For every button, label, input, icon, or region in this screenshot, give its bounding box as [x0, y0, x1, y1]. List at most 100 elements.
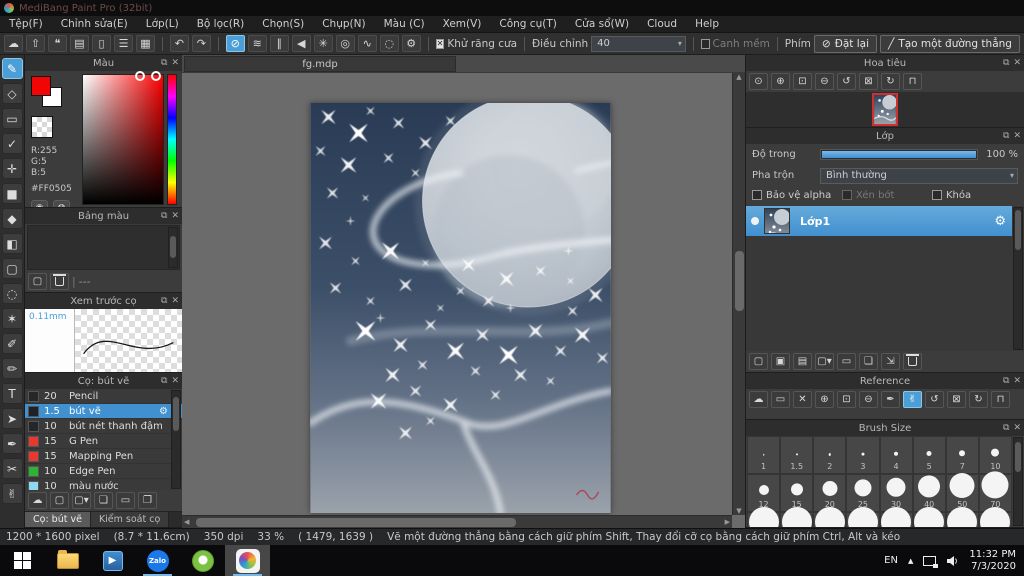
- ref-close-button[interactable]: ✕: [793, 391, 812, 408]
- brush-item[interactable]: 10 màu nước: [25, 479, 182, 490]
- comment-button[interactable]: ❝: [48, 35, 67, 52]
- brush-size-cell[interactable]: [978, 507, 1012, 527]
- scrollbar-thumb[interactable]: [735, 251, 744, 311]
- brush-size-cell[interactable]: 3: [846, 436, 880, 474]
- foreground-color-swatch[interactable]: [31, 76, 51, 96]
- close-icon[interactable]: ✕: [171, 211, 179, 221]
- document-button[interactable]: ▯: [92, 35, 111, 52]
- start-button[interactable]: [0, 545, 45, 576]
- brush-size-cell[interactable]: 5: [912, 436, 946, 474]
- menu-help[interactable]: Help: [686, 16, 728, 32]
- palette-scrollbar[interactable]: [168, 227, 178, 268]
- brush-size-cell[interactable]: 10: [978, 436, 1012, 474]
- operation-tool[interactable]: ➤: [1, 408, 23, 429]
- layer-add-menu-button[interactable]: ▢▾: [815, 353, 834, 370]
- eraser-tool[interactable]: ◇: [1, 83, 23, 104]
- brush-item[interactable]: 10 bút nét thanh đậm: [25, 419, 182, 434]
- saturation-value-picker[interactable]: [82, 71, 164, 205]
- tab-brushes[interactable]: Cọ: bút vẽ: [25, 512, 91, 527]
- menu-select[interactable]: Chọn(S): [253, 16, 313, 32]
- soft-edge-checkbox[interactable]: [700, 38, 710, 49]
- fit-window-button[interactable]: ⊡: [793, 73, 812, 90]
- opacity-slider[interactable]: [820, 149, 978, 160]
- correction-dropdown[interactable]: 40: [591, 35, 686, 52]
- reset-button[interactable]: ⊘ Đặt lại: [813, 34, 877, 53]
- coccoc-button[interactable]: [180, 545, 225, 576]
- vertical-scrollbar[interactable]: ▲ ▼: [732, 73, 745, 515]
- close-icon[interactable]: ✕: [1013, 376, 1021, 386]
- clipping-checkbox[interactable]: [842, 190, 852, 200]
- palette-add-button[interactable]: ▢: [28, 273, 47, 290]
- palette-delete-button[interactable]: [50, 273, 69, 290]
- brush-add-button[interactable]: ▢: [50, 492, 69, 509]
- redo-button[interactable]: ↷: [191, 35, 211, 52]
- brush-size-cell[interactable]: 7: [945, 436, 979, 474]
- grid-button[interactable]: ▦: [136, 35, 155, 52]
- navigator-view-rect[interactable]: [872, 93, 898, 126]
- navigator-preview[interactable]: [746, 92, 1024, 127]
- menu-cloud[interactable]: Cloud: [638, 16, 686, 32]
- rgb-toggle-icon[interactable]: [135, 71, 145, 81]
- document-tab[interactable]: fg.mdp: [184, 56, 456, 72]
- cloud-button[interactable]: ☁: [4, 35, 23, 52]
- divide-tool[interactable]: ✂: [1, 458, 23, 479]
- color-set-button[interactable]: ◍: [53, 200, 70, 207]
- brush-size-cell[interactable]: [813, 507, 847, 527]
- select-pen-tool[interactable]: ✐: [1, 333, 23, 354]
- media-player-button[interactable]: ▶: [90, 545, 135, 576]
- layer-row-lop1[interactable]: Lớp1 ⚙: [746, 206, 1012, 236]
- popout-icon[interactable]: ⧉: [161, 376, 167, 386]
- brush-size-cell[interactable]: [879, 507, 913, 527]
- snap-vanishing-button[interactable]: ◀: [291, 35, 311, 52]
- language-indicator[interactable]: EN: [884, 555, 898, 566]
- brush-add-menu-button[interactable]: ▢▾: [72, 492, 91, 509]
- ref-zoom-out-button[interactable]: ⊖: [859, 391, 878, 408]
- taskbar-clock[interactable]: 11:32 PM 7/3/2020: [969, 549, 1016, 573]
- hsv-toggle-icon[interactable]: [151, 71, 161, 81]
- layer-list-scrollbar[interactable]: [1013, 207, 1023, 350]
- export-button[interactable]: ⇧: [26, 35, 45, 52]
- hand-tool[interactable]: ✌: [1, 483, 23, 504]
- snap-radial-button[interactable]: ✳: [313, 35, 333, 52]
- menu-file[interactable]: Tệp(F): [0, 16, 52, 32]
- brush-size-cell[interactable]: [747, 507, 781, 527]
- lock-rotation-button[interactable]: ⊓: [903, 73, 922, 90]
- scroll-left-icon[interactable]: ◀: [184, 518, 189, 526]
- close-icon[interactable]: ✕: [171, 58, 179, 68]
- scrollbar-thumb[interactable]: [173, 397, 179, 431]
- snap-off-button[interactable]: ⊘: [225, 35, 245, 52]
- list-button[interactable]: ☰: [114, 35, 133, 52]
- ref-rotate-ccw-button[interactable]: ↺: [925, 391, 944, 408]
- medibang-taskbar-button[interactable]: [225, 545, 270, 576]
- eyedropper-tool[interactable]: ✒: [1, 433, 23, 454]
- menu-layer[interactable]: Lớp(L): [137, 16, 188, 32]
- brush-settings-gear-icon[interactable]: ⚙: [159, 406, 168, 417]
- scrollbar-thumb[interactable]: [1015, 442, 1021, 472]
- menu-edit[interactable]: Chỉnh sửa(E): [52, 16, 137, 32]
- fill-rect-tool[interactable]: ■: [1, 183, 23, 204]
- menu-color[interactable]: Màu (C): [375, 16, 434, 32]
- ref-reset-button[interactable]: ⊠: [947, 391, 966, 408]
- layer-visibility-toggle[interactable]: [746, 217, 764, 225]
- note-button[interactable]: ▤: [70, 35, 89, 52]
- ref-cloud-button[interactable]: ☁: [749, 391, 768, 408]
- menu-window[interactable]: Cửa sổ(W): [566, 16, 638, 32]
- close-icon[interactable]: ✕: [171, 376, 179, 386]
- menu-filter[interactable]: Bộ lọc(R): [188, 16, 254, 32]
- close-icon[interactable]: ✕: [1013, 131, 1021, 141]
- brush-item[interactable]: 20 Pencil: [25, 389, 182, 404]
- brush-copy-button[interactable]: ❐: [138, 492, 157, 509]
- brush-cloud-button[interactable]: ☁: [28, 492, 47, 509]
- popout-icon[interactable]: ⧉: [1003, 131, 1009, 141]
- popout-icon[interactable]: ⧉: [1003, 423, 1009, 433]
- popout-icon[interactable]: ⧉: [1003, 376, 1009, 386]
- lasso-tool[interactable]: ◌: [1, 283, 23, 304]
- layer-folder-button[interactable]: ▭: [837, 353, 856, 370]
- brush-tool[interactable]: ✎: [1, 58, 23, 79]
- scrollbar-thumb[interactable]: [1015, 210, 1021, 250]
- rotate-cw-button[interactable]: ↻: [881, 73, 900, 90]
- brush-size-cell[interactable]: [780, 507, 814, 527]
- ref-hand-button[interactable]: ✌: [903, 391, 922, 408]
- scrollbar-thumb[interactable]: [170, 236, 176, 258]
- undo-button[interactable]: ↶: [169, 35, 189, 52]
